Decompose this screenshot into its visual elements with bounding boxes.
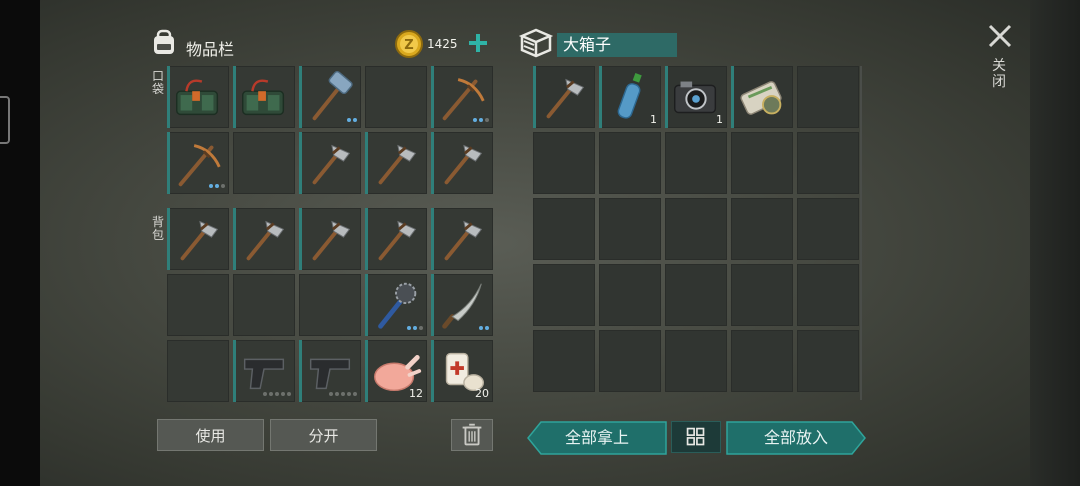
close-label[interactable]: 关闭	[990, 58, 1008, 90]
container-slot[interactable]	[731, 66, 793, 128]
backpack-slot[interactable]	[431, 274, 493, 336]
trash-icon	[462, 423, 482, 446]
item-quantity: 12	[409, 387, 423, 400]
add-coins-button[interactable]	[466, 31, 490, 55]
stone-hatchet-icon	[378, 220, 417, 261]
split-button[interactable]: 分开	[270, 419, 377, 451]
device-edge	[0, 0, 40, 486]
backpack-slot[interactable]	[299, 208, 361, 270]
pocket-slot[interactable]	[431, 66, 493, 128]
use-button[interactable]: 使用	[157, 419, 264, 451]
container-name: 大箱子	[557, 33, 677, 57]
stone-hatchet-icon	[444, 144, 483, 185]
backpack-slot[interactable]	[365, 208, 427, 270]
pocket-slot[interactable]	[167, 66, 229, 128]
pocket-slot[interactable]	[299, 132, 361, 194]
container-slot[interactable]	[533, 198, 595, 260]
container-slot[interactable]	[533, 330, 595, 392]
backpack-slot[interactable]	[431, 208, 493, 270]
backpack-slot[interactable]	[167, 340, 229, 402]
pocket-label: 口袋	[151, 69, 164, 96]
container-slot[interactable]	[731, 330, 793, 392]
container-slot[interactable]	[533, 66, 595, 128]
backpack-slot[interactable]	[299, 340, 361, 402]
take-all-button[interactable]: 全部拿上	[527, 421, 667, 455]
right-edge	[1030, 0, 1080, 486]
container-slot[interactable]	[533, 264, 595, 326]
container-slot[interactable]	[731, 264, 793, 326]
container-slot[interactable]	[665, 264, 727, 326]
scroll-map-icon	[740, 81, 782, 115]
container-slot[interactable]: 1	[599, 66, 661, 128]
svg-text:Z: Z	[404, 38, 413, 53]
device-notch	[0, 96, 10, 144]
backpack-slot[interactable]	[167, 274, 229, 336]
container-slot[interactable]	[797, 264, 859, 326]
stone-hatchet-icon	[180, 220, 219, 261]
container-slot[interactable]	[599, 264, 661, 326]
durability-dots	[479, 326, 489, 330]
pocket-slot[interactable]	[233, 66, 295, 128]
durability-dots	[473, 118, 489, 122]
grid-icon	[686, 427, 705, 446]
pocket-slot[interactable]	[233, 132, 295, 194]
stone-hatchet-icon	[246, 220, 285, 261]
container-slot[interactable]	[731, 198, 793, 260]
put-all-button[interactable]: 全部放入	[726, 421, 866, 455]
item-quantity: 1	[650, 113, 657, 126]
container-scrollbar[interactable]	[860, 66, 862, 400]
pocket-slot[interactable]	[431, 132, 493, 194]
backpack-label: 背包	[151, 215, 164, 242]
pocket-slot[interactable]	[365, 66, 427, 128]
close-icon[interactable]	[986, 22, 1014, 50]
pocket-slot[interactable]	[365, 132, 427, 194]
dynamite-bundle-icon	[176, 79, 219, 116]
coin-icon: Z	[395, 30, 423, 58]
coin-amount: 1425	[427, 37, 458, 51]
backpack-slot[interactable]: 20	[431, 340, 493, 402]
container-slot[interactable]	[599, 198, 661, 260]
backpack-slot[interactable]: 12	[365, 340, 427, 402]
stone-hatchet-icon	[546, 78, 585, 119]
backpack-slot[interactable]	[233, 274, 295, 336]
container-slot[interactable]	[797, 66, 859, 128]
backpack-slot[interactable]	[233, 208, 295, 270]
stone-hatchet-icon	[312, 144, 351, 185]
durability-dots	[263, 392, 291, 396]
sort-grid-button[interactable]	[671, 421, 721, 453]
stone-hatchet-icon	[378, 144, 417, 185]
pocket-slot[interactable]	[167, 132, 229, 194]
container-slot[interactable]: 1	[665, 66, 727, 128]
inventory-title: 物品栏	[186, 40, 235, 59]
backpack-slot[interactable]	[365, 274, 427, 336]
backpack-slot[interactable]	[233, 340, 295, 402]
container-slot[interactable]	[533, 132, 595, 194]
stone-hatchet-icon	[312, 220, 351, 261]
container-slot[interactable]	[599, 132, 661, 194]
durability-dots	[347, 118, 357, 122]
backpack-slot[interactable]	[299, 274, 361, 336]
item-quantity: 1	[716, 113, 723, 126]
container-slot[interactable]	[797, 198, 859, 260]
container-slot[interactable]	[797, 132, 859, 194]
take-all-label: 全部拿上	[564, 428, 629, 447]
stone-hatchet-icon	[444, 220, 483, 261]
put-all-label: 全部放入	[763, 428, 828, 447]
crate-icon	[518, 28, 554, 58]
durability-dots	[209, 184, 225, 188]
durability-dots	[329, 392, 357, 396]
container-slot[interactable]	[665, 198, 727, 260]
container-slot[interactable]	[731, 132, 793, 194]
container-slot[interactable]	[665, 132, 727, 194]
durability-dots	[407, 326, 423, 330]
backpack-icon	[154, 29, 174, 54]
container-slot[interactable]	[599, 330, 661, 392]
pocket-slot[interactable]	[299, 66, 361, 128]
container-slot[interactable]	[665, 330, 727, 392]
backpack-slot[interactable]	[167, 208, 229, 270]
item-quantity: 20	[475, 387, 489, 400]
discard-button[interactable]	[451, 419, 493, 451]
dynamite-bundle-icon	[242, 79, 285, 116]
container-slot[interactable]	[797, 330, 859, 392]
